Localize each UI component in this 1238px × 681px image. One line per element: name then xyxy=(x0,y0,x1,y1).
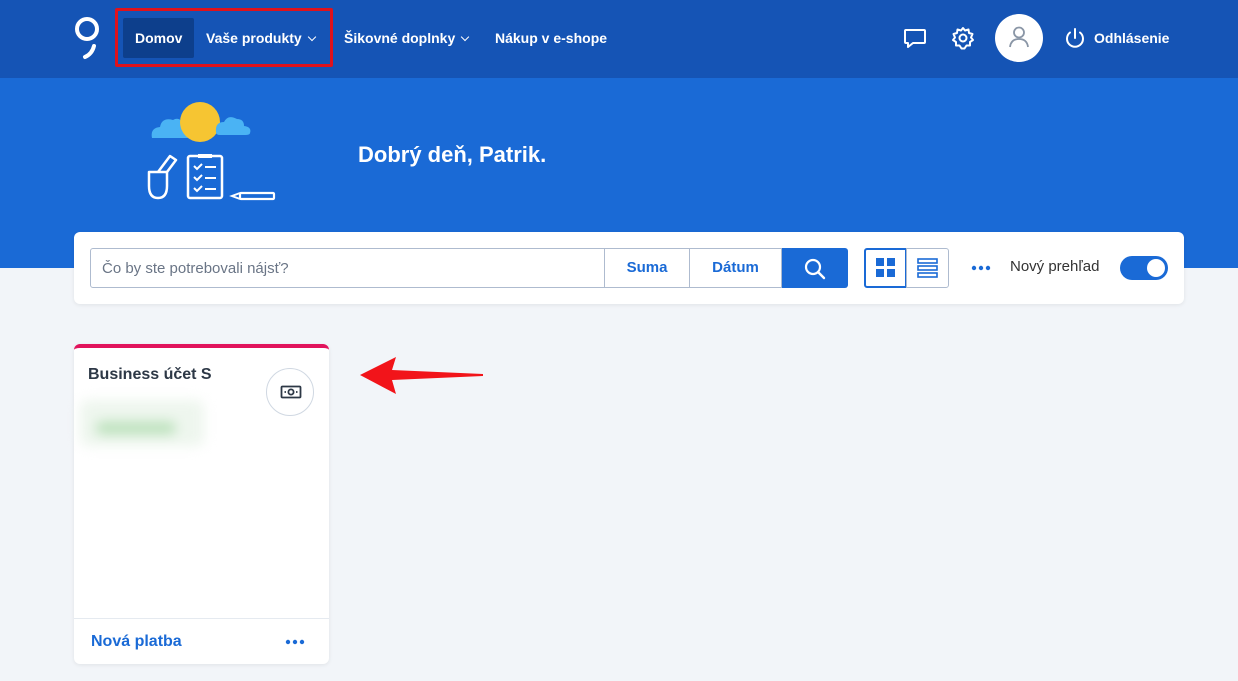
greeting-heading: Dobrý deň, Patrik. xyxy=(358,142,547,167)
search-icon xyxy=(804,258,826,280)
grid-view-button[interactable] xyxy=(864,248,907,288)
gear-icon[interactable] xyxy=(949,24,977,52)
nav-item-eshop-label: Nákup v e-shope xyxy=(495,30,608,46)
list-view-button[interactable] xyxy=(906,248,949,288)
new-payment-link[interactable]: Nová platba xyxy=(91,633,182,651)
logout-button[interactable]: Odhlásenie xyxy=(1064,24,1169,52)
brand-logo-icon[interactable] xyxy=(72,16,102,60)
sort-by-sum-button[interactable]: Suma xyxy=(604,248,690,288)
nav-item-eshop[interactable]: Nákup v e-shope xyxy=(495,18,607,58)
product-card[interactable]: Business účet S Nová platba xyxy=(74,344,329,664)
banknote-icon xyxy=(280,385,302,399)
user-icon xyxy=(1009,26,1029,48)
nav-item-your-products-label: Vaše produkty xyxy=(206,30,302,46)
nav-item-home[interactable]: Domov xyxy=(123,18,195,58)
top-navigation-bar: Domov Vaše produkty Šikovné doplnky Náku… xyxy=(0,0,1238,78)
user-avatar[interactable] xyxy=(995,14,1043,62)
annotation-arrow-icon xyxy=(360,357,483,394)
search-button[interactable] xyxy=(782,248,848,288)
toggle-knob xyxy=(1147,259,1165,277)
tasks-illustration-icon xyxy=(147,102,276,201)
logout-label: Odhlásenie xyxy=(1094,30,1170,46)
more-options-icon[interactable] xyxy=(970,258,992,278)
power-icon xyxy=(1066,28,1084,48)
new-overview-label: Nový prehľad xyxy=(1010,258,1100,275)
card-title: Business účet S xyxy=(88,366,212,383)
nav-item-your-products[interactable]: Vaše produkty xyxy=(206,18,316,58)
grid-icon xyxy=(876,258,895,277)
card-account-button[interactable] xyxy=(266,368,314,416)
chevron-down-icon xyxy=(307,32,316,42)
nav-item-home-label: Domov xyxy=(135,30,183,46)
sort-by-date-button[interactable]: Dátum xyxy=(689,248,782,288)
card-more-options-icon[interactable] xyxy=(284,633,306,651)
list-icon xyxy=(917,258,938,278)
chevron-down-icon xyxy=(461,32,470,42)
search-input[interactable] xyxy=(90,248,605,288)
search-toolbar: Suma Dátum Nový prehľad xyxy=(74,232,1184,304)
nav-item-smart-addons-label: Šikovné doplnky xyxy=(344,30,456,46)
chat-icon[interactable] xyxy=(901,24,929,52)
nav-item-smart-addons[interactable]: Šikovné doplnky xyxy=(344,18,470,58)
card-footer: Nová platba xyxy=(74,618,329,664)
blurred-balance xyxy=(80,400,204,446)
new-overview-toggle[interactable] xyxy=(1120,256,1168,280)
